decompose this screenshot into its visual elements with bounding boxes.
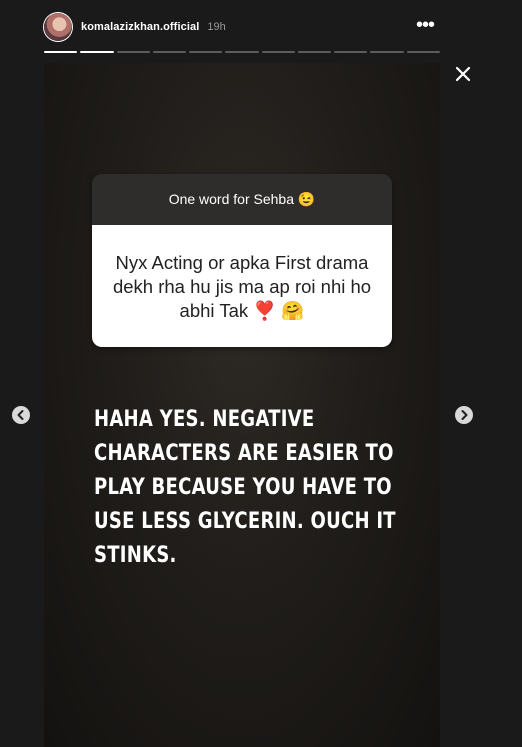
close-icon[interactable] — [452, 63, 474, 85]
avatar[interactable] — [44, 13, 72, 41]
progress-segment — [334, 51, 368, 53]
username[interactable]: komalazizkhan.official — [81, 21, 199, 33]
post-time: 19h — [207, 21, 226, 33]
previous-story-button[interactable] — [12, 406, 30, 424]
progress-segment — [297, 51, 332, 53]
answer-text: Haha yes. Negative characters are easier… — [94, 407, 396, 568]
progress-segment — [80, 51, 114, 53]
next-story-button[interactable] — [455, 406, 473, 424]
question-sticker-header: One word for Sehba 😉 — [92, 174, 392, 225]
progress-segment — [189, 51, 223, 53]
story-progress — [44, 51, 440, 53]
chevron-left-icon — [17, 410, 24, 420]
story-viewer: komalazizkhan.official 19h ••• One word … — [0, 0, 522, 747]
progress-segment — [261, 51, 295, 53]
progress-segment — [116, 51, 150, 53]
progress-segment — [370, 51, 404, 53]
progress-segment — [225, 51, 259, 53]
question-sticker-text: Nyx Acting or apka First drama dekh rha … — [92, 225, 392, 347]
more-dots-icon[interactable]: ••• — [416, 15, 435, 35]
progress-segment — [406, 51, 440, 53]
question-sticker: One word for Sehba 😉 Nyx Acting or apka … — [92, 174, 392, 347]
story-content[interactable]: One word for Sehba 😉 Nyx Acting or apka … — [44, 63, 440, 747]
chevron-right-icon — [461, 410, 468, 420]
progress-segment — [152, 51, 187, 53]
story-header: komalazizkhan.official 19h ••• — [44, 12, 440, 42]
progress-segment — [44, 51, 78, 53]
